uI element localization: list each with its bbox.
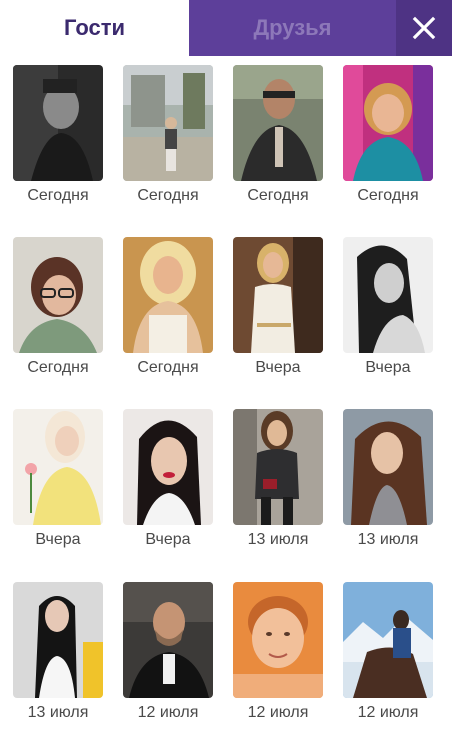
guest-photo[interactable] [123,582,213,698]
guest-date: Сегодня [137,187,199,204]
guest-date: 13 июля [27,704,89,721]
guest-photo[interactable] [343,237,433,353]
guest-photo[interactable] [123,237,213,353]
guest-card[interactable]: Сегодня [343,65,433,204]
guest-card[interactable]: Вчера [123,409,213,548]
guest-card[interactable]: Сегодня [13,237,103,376]
guest-date: 12 июля [357,704,419,721]
guest-date: Вчера [145,531,191,548]
guest-card[interactable]: Сегодня [233,65,323,204]
guest-date: 13 июля [247,531,309,548]
guest-date: Сегодня [27,359,89,376]
guest-card[interactable]: 13 июля [233,409,323,548]
guest-photo[interactable] [343,582,433,698]
guest-photo[interactable] [13,237,103,353]
close-icon [412,16,436,40]
guest-card[interactable]: Вчера [343,237,433,376]
guest-date: Сегодня [27,187,89,204]
guest-photo[interactable] [123,409,213,525]
guest-photo[interactable] [233,582,323,698]
guest-card[interactable]: 13 июля [13,582,103,721]
guest-date: Вчера [365,359,411,376]
guest-date: Сегодня [357,187,419,204]
guest-date: Вчера [255,359,301,376]
guest-photo[interactable] [13,409,103,525]
guest-date: 13 июля [357,531,419,548]
guest-date: 12 июля [137,704,199,721]
guest-card[interactable]: 12 июля [343,582,433,721]
guest-card[interactable]: Сегодня [123,65,213,204]
guest-card[interactable]: 12 июля [123,582,213,721]
tab-guests[interactable]: Гости [0,0,189,56]
guest-photo[interactable] [13,65,103,181]
guest-card[interactable]: Вчера [13,409,103,548]
guest-photo[interactable] [233,237,323,353]
guest-date: Вчера [35,531,81,548]
guest-card[interactable]: Вчера [233,237,323,376]
guest-photo[interactable] [233,65,323,181]
guest-card[interactable]: Сегодня [123,237,213,376]
guest-card[interactable]: Сегодня [13,65,103,204]
guest-photo[interactable] [123,65,213,181]
guest-photo[interactable] [13,582,103,698]
guest-date: Сегодня [137,359,199,376]
tab-friends[interactable]: Друзья [189,0,396,56]
guest-card[interactable]: 13 июля [343,409,433,548]
guest-photo[interactable] [343,409,433,525]
header: Гости Друзья [0,0,452,56]
close-button[interactable] [396,0,452,56]
guest-photo[interactable] [233,409,323,525]
guest-photo[interactable] [343,65,433,181]
guest-card[interactable]: 12 июля [233,582,323,721]
guest-date: Сегодня [247,187,309,204]
guest-date: 12 июля [247,704,309,721]
